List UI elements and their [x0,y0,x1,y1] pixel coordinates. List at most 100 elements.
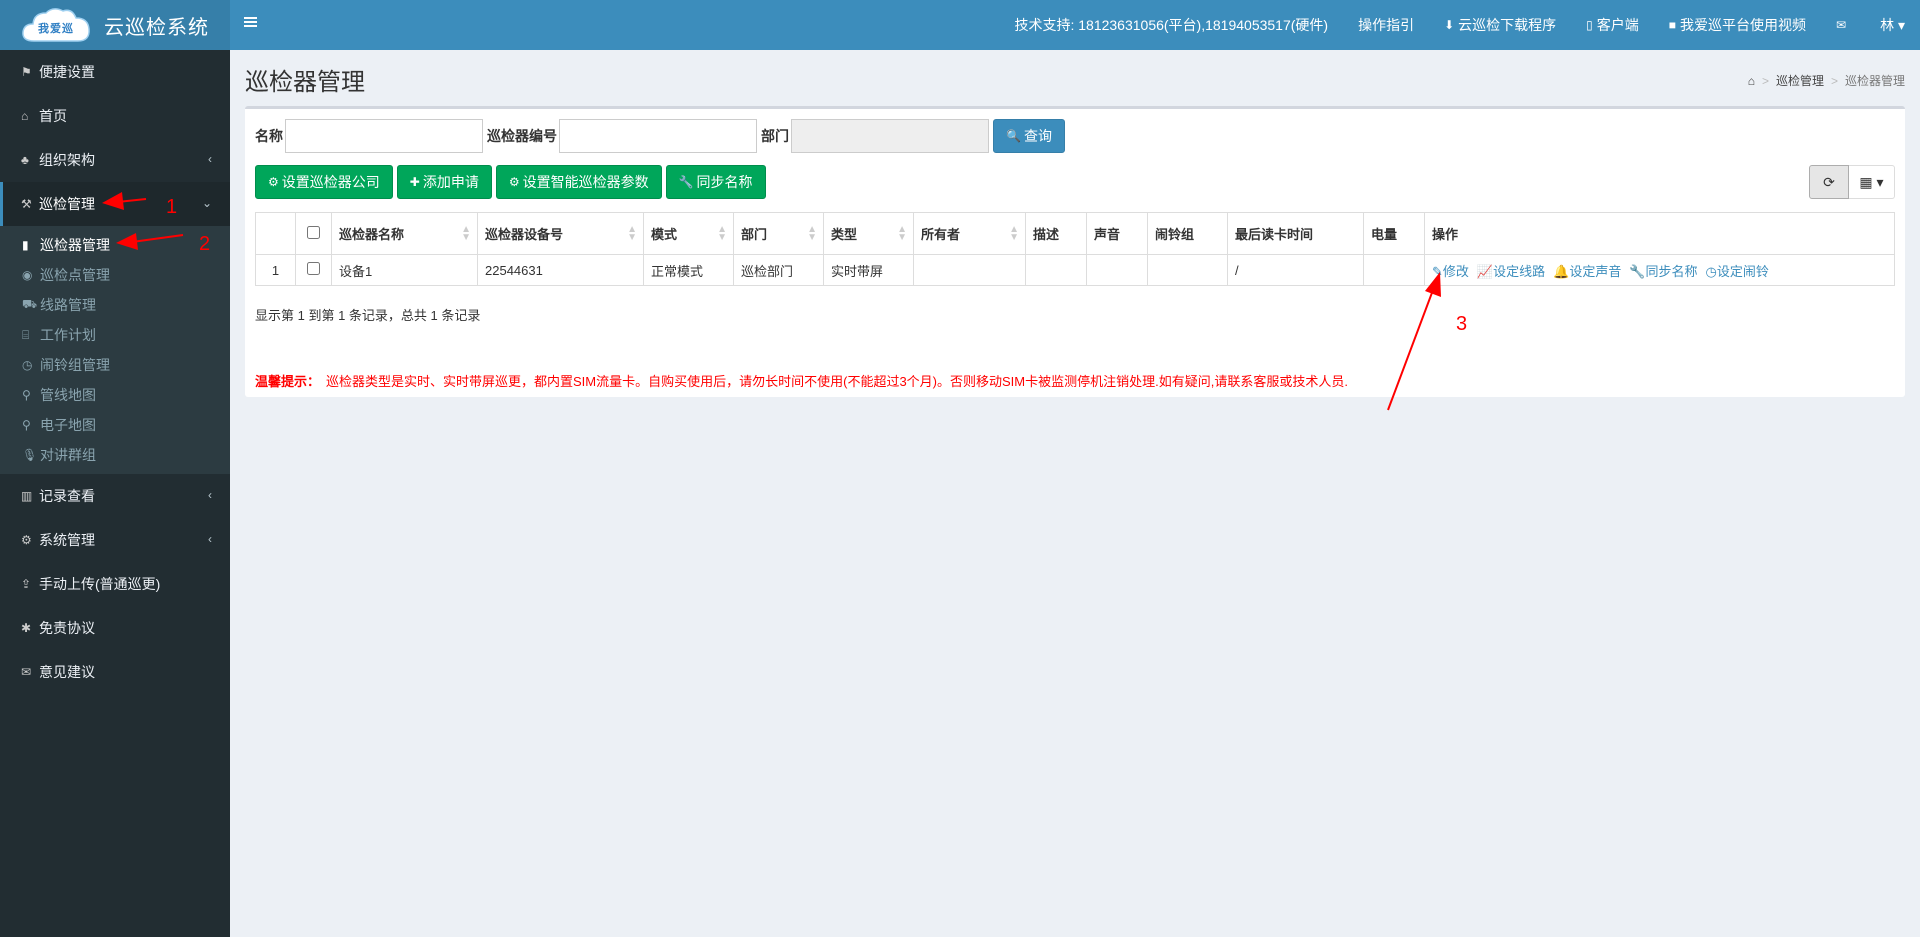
submenu-item-route-management[interactable]: ⛟ 线路管理 [0,290,230,320]
col-type-label: 类型 [831,227,858,242]
messages-button[interactable]: ✉ [1821,18,1865,32]
notice: 温馨提示： 巡检器类型是实时、实时带屏巡更，都内置SIM流量卡。自购买使用后，请勿… [255,371,1348,390]
grid-icon: ▦ ▾ [1859,173,1884,190]
sidebar-item-system[interactable]: ⚙ 系统管理 ‹ [0,518,230,562]
table-header-row: 巡检器名称 ▲ ▼ 巡检器设备号 ▲ ▼ 模式 ▲ ▼ 部门 ▲ ▼ 类型 ▲ ▼ 所有者 ▲ ▼ 描述… [255,212,1895,255]
edit-link[interactable]: ✎修改 [1432,264,1473,279]
wrench-icon: 🔧 [678,175,694,189]
query-button[interactable]: 🔍 查询 [993,119,1065,153]
sidebar-item-manual-upload[interactable]: ⇪ 手动上传(普通巡更) [0,562,230,606]
refresh-button[interactable]: ⟳ [1809,165,1849,199]
sidebar-toggle-icon[interactable] [244,15,260,33]
col-owner-label: 所有者 [921,227,961,242]
col-device-no[interactable]: 巡检器设备号 ▲ ▼ [477,212,644,255]
logo[interactable]: 我爱巡 云巡检系统 [0,0,230,50]
code-input[interactable] [559,119,757,153]
cloud-logo-icon: 我爱巡 [20,5,92,45]
device-table: 巡检器名称 ▲ ▼ 巡检器设备号 ▲ ▼ 模式 ▲ ▼ 部门 ▲ ▼ 类型 ▲ ▼ 所有者 ▲ ▼ 描述… [255,212,1895,286]
client-link[interactable]: ▯ 客户端 [1571,15,1654,35]
breadcrumb-item[interactable]: 巡检管理 [1776,72,1824,89]
client-label: 客户端 [1596,17,1639,33]
cell-desc [1025,254,1087,286]
cell-actions: ✎修改 📈设定线路 🔔设定声音 🔧同步名称 ◷设定闹铃 [1424,254,1895,286]
clock-icon: ◷ [22,358,33,372]
set-sound-link[interactable]: 🔔设定声音 [1553,264,1625,279]
submenu-item-pipeline-map[interactable]: ⚲ 管线地图 [0,380,230,410]
submenu-item-label: 闹铃组管理 [40,357,110,373]
video-link[interactable]: ■ 我爱巡平台使用视频 [1654,15,1821,35]
home-icon: ⌂ [21,109,29,123]
map-marker-icon: ⚲ [22,388,31,402]
user-name: 林 ▾ [1880,17,1905,33]
set-smart-params-button[interactable]: ⚙ 设置智能巡检器参数 [495,165,662,199]
device-icon: ▮ [22,238,29,252]
sidebar-item-quick-settings[interactable]: ⚑ 便捷设置 [0,50,230,94]
set-route-link[interactable]: 📈设定线路 [1477,264,1549,279]
sidebar-item-label: 首页 [39,108,67,124]
set-alarm-link[interactable]: ◷设定闹铃 [1706,264,1773,279]
submenu-item-work-plan[interactable]: ⌸ 工作计划 [0,320,230,350]
add-apply-button[interactable]: ✚ 添加申请 [396,165,492,199]
route-icon: ⛟ [22,297,38,311]
sidebar-item-label: 巡检管理 [39,196,95,212]
sidebar-item-inspection[interactable]: ⚒ 巡检管理 ⌄ [0,182,230,226]
content-header: 巡检器管理 ⌂ > 巡检管理 > 巡检器管理 [245,62,1905,98]
sidebar-item-disclaimer[interactable]: ✱ 免责协议 [0,606,230,650]
home-icon[interactable]: ⌂ [1748,74,1755,88]
top-nav: 技术支持: 18123631056(平台),18194053517(硬件) 操作… [999,0,1920,50]
submenu-item-intercom-group[interactable]: 🎙 对讲群组 [0,440,230,470]
tech-support-link[interactable]: 技术支持: 18123631056(平台),18194053517(硬件) [999,15,1343,35]
search-form: 名称 巡检器编号 部门 🔍 查询 [255,119,1065,153]
col-mode[interactable]: 模式 ▲ ▼ [643,212,734,255]
cell-last-read: / [1227,254,1364,286]
sidebar-item-label: 组织架构 [39,152,95,168]
sync-name-link[interactable]: 🔧同步名称 [1629,264,1701,279]
submenu-item-alarm-group[interactable]: ◷ 闹铃组管理 [0,350,230,380]
page-title: 巡检器管理 [245,69,365,96]
submenu-item-label: 对讲群组 [40,447,96,463]
col-name[interactable]: 巡检器名称 ▲ ▼ [331,212,478,255]
col-device-no-label: 巡检器设备号 [485,227,564,242]
sort-icon: ▲ ▼ [897,224,907,243]
col-battery: 电量 [1363,212,1425,255]
set-smart-params-label: 设置智能巡检器参数 [522,174,649,190]
sidebar-item-label: 意见建议 [39,664,95,680]
submenu-item-device-management[interactable]: ▮ 巡检器管理 [0,230,230,260]
checkpoint-icon: ◉ [22,268,33,282]
download-link[interactable]: ⬇ 云巡检下载程序 [1429,15,1571,35]
code-label: 巡检器编号 [487,128,557,144]
sidebar-item-records[interactable]: ▥ 记录查看 ‹ [0,474,230,518]
sidebar-item-label: 免责协议 [39,620,95,636]
name-input[interactable] [285,119,483,153]
col-type[interactable]: 类型 ▲ ▼ [823,212,914,255]
chevron-left-icon: ‹ [208,532,212,546]
col-dept[interactable]: 部门 ▲ ▼ [733,212,824,255]
col-desc: 描述 [1025,212,1087,255]
col-owner[interactable]: 所有者 ▲ ▼ [913,212,1026,255]
microphone-icon: 🎙 [22,448,38,462]
col-actions: 操作 [1424,212,1895,255]
envelope-icon: ✉ [1836,18,1847,32]
set-company-button[interactable]: ⚙ 设置巡检器公司 [255,165,393,199]
columns-button[interactable]: ▦ ▾ [1849,165,1895,199]
sync-name-button[interactable]: 🔧 同步名称 [665,165,766,199]
submenu-item-checkpoint-management[interactable]: ◉ 巡检点管理 [0,260,230,290]
refresh-icon: ⟳ [1823,173,1835,190]
sidebar-item-home[interactable]: ⌂ 首页 [0,94,230,138]
row-checkbox[interactable] [307,262,320,275]
user-menu[interactable]: 林 ▾ [1865,15,1920,35]
sidebar-item-label: 系统管理 [39,532,95,548]
submenu-item-electronic-map[interactable]: ⚲ 电子地图 [0,410,230,440]
select-all-checkbox[interactable] [307,225,320,239]
dept-input[interactable] [791,119,989,153]
edit-label: 修改 [1442,263,1469,279]
upload-icon: ⇪ [21,577,32,591]
sidebar-item-feedback[interactable]: ✉ 意见建议 [0,650,230,694]
pin-icon: ⚲ [22,418,31,432]
sidebar-item-label: 手动上传(普通巡更) [39,576,161,592]
app-title: 云巡检系统 [104,16,209,39]
table-toolbar: ⟳ ▦ ▾ [1809,165,1895,199]
sidebar-item-organization[interactable]: ♣ 组织架构 ‹ [0,138,230,182]
set-route-label: 设定线路 [1493,263,1546,279]
guide-link[interactable]: 操作指引 [1343,15,1429,35]
